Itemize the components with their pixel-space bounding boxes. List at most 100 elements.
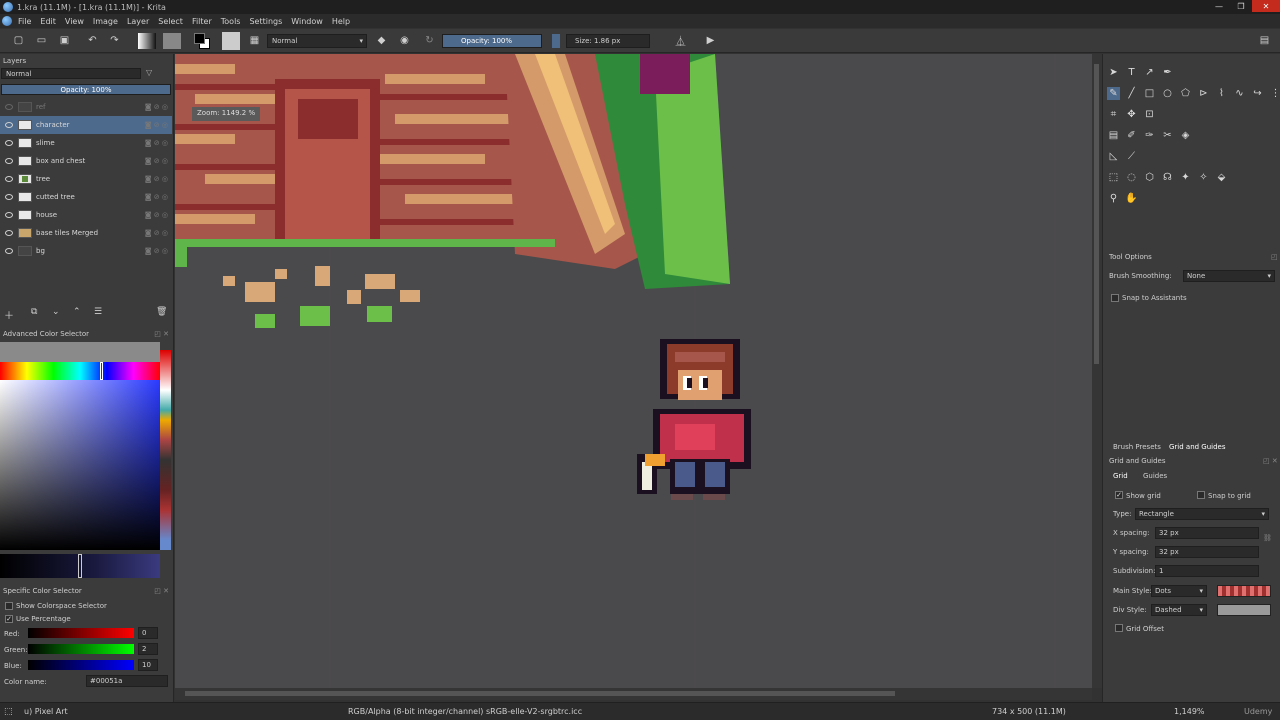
menu-image[interactable]: Image: [93, 17, 118, 26]
gradient-selector[interactable]: [138, 33, 156, 49]
layer-lock-icons[interactable]: ◙ ⊘ ◎: [145, 193, 168, 201]
menu-file[interactable]: File: [18, 17, 31, 26]
freehand-path-tool-icon[interactable]: ∿: [1233, 87, 1246, 100]
hue-slider-handle[interactable]: [100, 362, 103, 380]
layer-row[interactable]: box and chest ◙ ⊘ ◎: [0, 152, 172, 170]
visibility-eye-icon[interactable]: [5, 176, 13, 182]
freehand-select-tool-icon[interactable]: ☊: [1161, 171, 1174, 184]
assistant-tool-icon[interactable]: ◺: [1107, 150, 1120, 163]
docker-close-icon[interactable]: ◰ ✕: [1263, 457, 1278, 465]
layer-row[interactable]: bg ◙ ⊘ ◎: [0, 242, 172, 260]
grid-offset-checkbox[interactable]: [1115, 624, 1123, 632]
polyline-tool-icon[interactable]: ⊳: [1197, 87, 1210, 100]
mirror-vertical-icon[interactable]: ▶: [704, 34, 717, 47]
brush-smoothing-select[interactable]: None ▾: [1183, 270, 1275, 282]
docker-close-icon[interactable]: ◰ ✕: [154, 587, 169, 595]
delete-layer-icon[interactable]: 🗑: [156, 307, 167, 317]
visibility-eye-icon[interactable]: [5, 104, 13, 110]
redo-icon[interactable]: ↷: [108, 34, 121, 47]
green-input[interactable]: 2: [138, 643, 158, 655]
layer-row[interactable]: tree ◙ ⊘ ◎: [0, 170, 172, 188]
toolbar-menu-icon[interactable]: ▤: [1258, 34, 1271, 47]
layer-row[interactable]: ref ◙ ⊘ ◎: [0, 98, 172, 116]
link-spacing-icon[interactable]: ⛓: [1263, 534, 1272, 542]
save-icon[interactable]: ▣: [58, 34, 71, 47]
layer-lock-icons[interactable]: ◙ ⊘ ◎: [145, 175, 168, 183]
layer-opacity-slider[interactable]: Opacity: 100%: [1, 84, 171, 95]
menu-settings[interactable]: Settings: [249, 17, 282, 26]
grid-type-select[interactable]: Rectangle ▾: [1135, 508, 1269, 520]
yspacing-input[interactable]: 32 px: [1155, 546, 1259, 558]
eraser-icon[interactable]: ◆: [375, 34, 388, 47]
freehand-brush-tool-icon[interactable]: ✎: [1107, 87, 1120, 100]
colorize-mask-tool-icon[interactable]: ✑: [1143, 129, 1156, 142]
layer-lock-icons[interactable]: ◙ ⊘ ◎: [145, 247, 168, 255]
polygon-select-tool-icon[interactable]: ⬡: [1143, 171, 1156, 184]
menu-window[interactable]: Window: [291, 17, 323, 26]
size-slider[interactable]: Size: 1.86 px: [566, 34, 650, 48]
move-tool-icon[interactable]: ✥: [1125, 108, 1138, 121]
gradient-tool-icon[interactable]: ▤: [1107, 129, 1120, 142]
red-input[interactable]: 0: [138, 627, 158, 639]
fill-tool-icon[interactable]: ◈: [1179, 129, 1192, 142]
horizontal-scrollbar[interactable]: [175, 688, 1092, 700]
crop-tool-icon[interactable]: ⌗: [1107, 108, 1120, 121]
blue-slider[interactable]: [28, 660, 134, 670]
menu-filter[interactable]: Filter: [192, 17, 212, 26]
layer-row[interactable]: slime ◙ ⊘ ◎: [0, 134, 172, 152]
maximize-button[interactable]: ❐: [1230, 0, 1252, 12]
layer-properties-icon[interactable]: ☰: [94, 307, 102, 317]
recent-colors-strip[interactable]: [160, 350, 171, 550]
color-name-input[interactable]: #00051a: [86, 675, 168, 687]
shade-handle[interactable]: [78, 554, 82, 578]
magic-wand-tool-icon[interactable]: ✦: [1179, 171, 1192, 184]
add-layer-icon[interactable]: ＋: [4, 307, 14, 322]
tab-grid-and-guides[interactable]: Grid and Guides: [1169, 443, 1226, 451]
move-down-icon[interactable]: ⌄: [52, 307, 60, 317]
pan-tool-icon[interactable]: ✋: [1125, 192, 1138, 205]
undo-icon[interactable]: ↶: [86, 34, 99, 47]
multibrush-tool-icon[interactable]: ⋮: [1269, 87, 1280, 100]
measure-tool-icon[interactable]: ⟋: [1125, 150, 1138, 163]
snap-grid-checkbox[interactable]: [1197, 491, 1205, 499]
menu-layer[interactable]: Layer: [127, 17, 149, 26]
select-shape-tool-icon[interactable]: ➤: [1107, 66, 1120, 79]
menu-help[interactable]: Help: [332, 17, 350, 26]
layer-blend-mode-select[interactable]: Normal: [1, 68, 141, 79]
dynamic-brush-tool-icon[interactable]: ↪: [1251, 87, 1264, 100]
xspacing-input[interactable]: 32 px: [1155, 527, 1259, 539]
visibility-eye-icon[interactable]: [5, 140, 13, 146]
subdivision-input[interactable]: 1: [1155, 565, 1259, 577]
show-grid-checkbox[interactable]: ✓: [1115, 491, 1123, 499]
saturation-value-square[interactable]: [0, 380, 160, 550]
main-grid-color-button[interactable]: [1217, 585, 1271, 597]
rect-select-tool-icon[interactable]: ⬚: [1107, 171, 1120, 184]
minimize-button[interactable]: —: [1208, 0, 1230, 12]
layer-lock-icons[interactable]: ◙ ⊘ ◎: [145, 139, 168, 147]
tab-brush-presets[interactable]: Brush Presets: [1113, 443, 1161, 451]
fg-bg-color-icon[interactable]: [193, 32, 211, 50]
color-picker-tool-icon[interactable]: ✐: [1125, 129, 1138, 142]
workspace-grid-icon[interactable]: ▦: [248, 34, 261, 47]
color-history-strip[interactable]: [0, 342, 160, 362]
similar-select-tool-icon[interactable]: ✧: [1197, 171, 1210, 184]
bezier-select-tool-icon[interactable]: ⬙: [1215, 171, 1228, 184]
opacity-slider[interactable]: Opacity: 100%: [442, 34, 542, 48]
blue-input[interactable]: 10: [138, 659, 158, 671]
layer-lock-icons[interactable]: ◙ ⊘ ◎: [145, 103, 168, 111]
tab-grid[interactable]: Grid: [1113, 472, 1128, 480]
menu-edit[interactable]: Edit: [40, 17, 56, 26]
zoom-level-label[interactable]: 1,149%: [1174, 707, 1205, 716]
layer-lock-icons[interactable]: ◙ ⊘ ◎: [145, 211, 168, 219]
close-button[interactable]: ✕: [1252, 0, 1280, 12]
layer-row[interactable]: house ◙ ⊘ ◎: [0, 206, 172, 224]
visibility-eye-icon[interactable]: [5, 158, 13, 164]
hue-slider[interactable]: [0, 362, 160, 380]
selection-icon[interactable]: ⬚: [4, 707, 13, 717]
div-grid-color-button[interactable]: [1217, 604, 1271, 616]
show-colorspace-checkbox[interactable]: [5, 602, 13, 610]
use-percentage-checkbox[interactable]: ✓: [5, 615, 13, 623]
brush-preset-icon[interactable]: [222, 32, 240, 50]
visibility-eye-icon[interactable]: [5, 248, 13, 254]
pixel-art-canvas[interactable]: [175, 54, 1092, 688]
